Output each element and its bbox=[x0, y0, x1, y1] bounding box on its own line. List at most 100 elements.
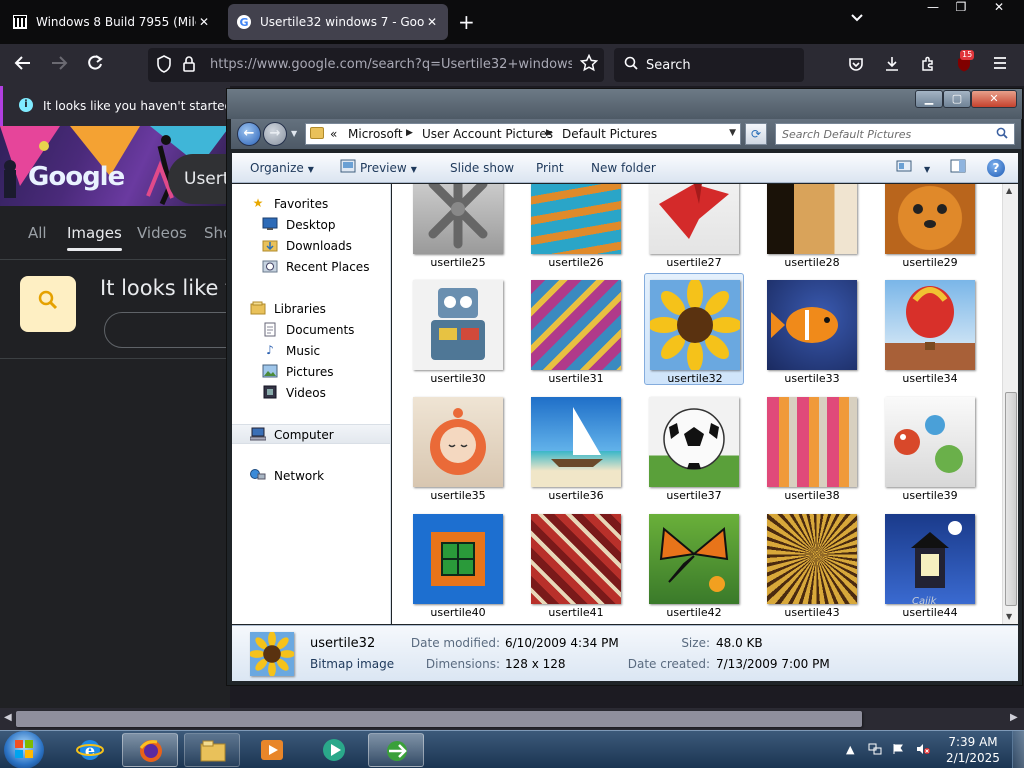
forward-arrow-icon[interactable] bbox=[50, 54, 68, 77]
google-suggestion-box[interactable] bbox=[104, 312, 230, 348]
file-usertile37[interactable]: usertile37 bbox=[644, 393, 744, 505]
extensions-icon[interactable] bbox=[920, 56, 936, 76]
explorer-back-button[interactable]: ← bbox=[237, 122, 261, 146]
action-center-flag-icon[interactable] bbox=[892, 743, 904, 758]
explorer-forward-button[interactable]: → bbox=[263, 122, 287, 146]
firefox-search-bar[interactable]: Search bbox=[614, 48, 804, 82]
back-arrow-icon[interactable] bbox=[14, 54, 32, 77]
firefox-restore-button[interactable]: ❐ bbox=[946, 0, 976, 18]
taskbar-internet-explorer[interactable]: e bbox=[62, 733, 118, 767]
explorer-minimize-button[interactable]: ▁ bbox=[915, 90, 943, 108]
preview-button[interactable]: Preview ▼ bbox=[360, 161, 417, 175]
file-usertile43[interactable]: usertile43 bbox=[762, 510, 862, 622]
file-usertile39[interactable]: usertile39 bbox=[880, 393, 980, 505]
nav-documents[interactable]: Documents bbox=[232, 320, 390, 340]
show-desktop-button[interactable] bbox=[1012, 731, 1024, 768]
nav-computer[interactable]: Computer bbox=[232, 424, 390, 444]
firefox-minimize-button[interactable]: — bbox=[918, 0, 948, 18]
file-usertile42[interactable]: usertile42 bbox=[644, 510, 744, 622]
tab-list-chevron-icon[interactable] bbox=[850, 12, 864, 26]
nav-favorites[interactable]: ★ Favorites bbox=[232, 194, 390, 214]
refresh-icon[interactable]: ⟳ bbox=[745, 123, 767, 145]
pocket-icon[interactable] bbox=[848, 56, 864, 76]
hamburger-menu-icon[interactable] bbox=[992, 56, 1008, 74]
taskbar-media-player[interactable] bbox=[244, 733, 300, 767]
file-usertile27[interactable]: usertile27 bbox=[644, 184, 744, 276]
explorer-title-bar[interactable]: ▁ ▢ ✕ bbox=[227, 89, 1022, 119]
file-usertile26[interactable]: usertile26 bbox=[526, 184, 626, 276]
help-icon[interactable]: ? bbox=[987, 159, 1005, 177]
nav-downloads[interactable]: Downloads bbox=[232, 236, 390, 256]
nav-recent-places[interactable]: Recent Places bbox=[232, 257, 390, 277]
reload-icon[interactable] bbox=[86, 54, 104, 77]
nav-videos[interactable]: Videos bbox=[232, 383, 390, 403]
bookmark-star-icon[interactable] bbox=[579, 53, 599, 76]
preview-pane-icon[interactable] bbox=[950, 159, 966, 177]
new-folder-button[interactable]: New folder bbox=[591, 161, 656, 175]
breadcrumb-microsoft[interactable]: Microsoft bbox=[348, 127, 403, 141]
file-usertile41[interactable]: usertile41 bbox=[526, 510, 626, 622]
file-usertile33[interactable]: usertile33 bbox=[762, 276, 862, 388]
address-dropdown-icon[interactable]: ▼ bbox=[729, 128, 736, 138]
organize-button[interactable]: Organize ▼ bbox=[250, 161, 314, 175]
explorer-search-input[interactable]: Search Default Pictures bbox=[775, 123, 1015, 145]
system-clock[interactable]: 7:39 AM 2/1/2025 bbox=[944, 734, 1002, 766]
google-search-box[interactable]: Usert bbox=[168, 154, 230, 204]
tab-close-icon[interactable]: ✕ bbox=[424, 15, 440, 29]
tab-windows8-build[interactable]: Windows 8 Build 7955 (Milestone ✕ bbox=[4, 4, 220, 40]
file-usertile25[interactable]: usertile25 bbox=[408, 184, 508, 276]
page-horizontal-scrollbar[interactable]: ◀ ▶ bbox=[0, 708, 1024, 730]
file-usertile30[interactable]: usertile30 bbox=[408, 276, 508, 388]
start-button[interactable] bbox=[4, 731, 44, 768]
print-button[interactable]: Print bbox=[536, 161, 564, 175]
breadcrumb-default-pictures[interactable]: Default Pictures bbox=[562, 127, 657, 141]
address-bar[interactable]: « Microsoft ▶ User Account Pictures ▶ De… bbox=[305, 123, 741, 145]
breadcrumb-separator-icon[interactable]: ▶ bbox=[546, 128, 553, 138]
lock-icon[interactable] bbox=[182, 55, 196, 77]
google-tab-images[interactable]: Images bbox=[67, 224, 122, 251]
google-tab-videos[interactable]: Videos bbox=[137, 224, 187, 242]
explorer-vertical-scrollbar[interactable]: ▲ ▼ bbox=[1002, 184, 1018, 624]
breadcrumb-overflow[interactable]: « bbox=[330, 127, 337, 141]
view-options-chevron-icon[interactable]: ▼ bbox=[920, 161, 930, 175]
file-usertile31[interactable]: usertile31 bbox=[526, 276, 626, 388]
firefox-close-button[interactable]: ✕ bbox=[984, 0, 1014, 18]
new-tab-button[interactable]: + bbox=[458, 10, 475, 34]
nav-pictures[interactable]: Pictures bbox=[232, 362, 390, 382]
volume-muted-icon[interactable] bbox=[916, 743, 930, 758]
file-usertile38[interactable]: usertile38 bbox=[762, 393, 862, 505]
tab-google-search[interactable]: G Usertile32 windows 7 - Google Se ✕ bbox=[228, 4, 448, 40]
taskbar-transfer-app[interactable] bbox=[368, 733, 424, 767]
file-usertile35[interactable]: usertile35 bbox=[408, 393, 508, 505]
file-usertile28[interactable]: usertile28 bbox=[762, 184, 862, 276]
tracking-shield-icon[interactable] bbox=[156, 55, 172, 77]
scrollbar-thumb[interactable] bbox=[16, 711, 862, 727]
file-usertile32[interactable]: usertile32 bbox=[644, 273, 744, 385]
downloads-icon[interactable] bbox=[884, 56, 900, 76]
explorer-close-button[interactable]: ✕ bbox=[971, 90, 1017, 108]
file-usertile34[interactable]: usertile34 bbox=[880, 276, 980, 388]
change-view-icon[interactable] bbox=[896, 159, 912, 177]
explorer-maximize-button[interactable]: ▢ bbox=[943, 90, 971, 108]
file-usertile29[interactable]: usertile29 bbox=[880, 184, 980, 276]
taskbar-windows-media[interactable] bbox=[306, 733, 362, 767]
scroll-down-icon[interactable]: ▼ bbox=[1006, 612, 1012, 621]
url-bar[interactable]: https://www.google.com/search?q=Usertile… bbox=[148, 48, 604, 82]
nav-network[interactable]: Network bbox=[232, 466, 390, 486]
recent-locations-chevron-icon[interactable]: ▼ bbox=[291, 129, 297, 138]
show-hidden-icons-chevron-icon[interactable]: ▲ bbox=[846, 743, 854, 756]
nav-libraries[interactable]: Libraries bbox=[232, 299, 390, 319]
file-usertile36[interactable]: usertile36 bbox=[526, 393, 626, 505]
breadcrumb-user-account-pictures[interactable]: User Account Pictures bbox=[422, 127, 553, 141]
scroll-left-icon[interactable]: ◀ bbox=[4, 712, 12, 723]
scroll-up-icon[interactable]: ▲ bbox=[1006, 186, 1012, 195]
google-tab-all[interactable]: All bbox=[28, 224, 47, 242]
scrollbar-thumb[interactable] bbox=[1005, 392, 1017, 606]
slideshow-button[interactable]: Slide show bbox=[450, 161, 514, 175]
scroll-right-icon[interactable]: ▶ bbox=[1010, 712, 1018, 723]
url-text[interactable]: https://www.google.com/search?q=Usertile… bbox=[210, 57, 572, 72]
search-icon[interactable] bbox=[996, 127, 1008, 142]
nav-desktop[interactable]: Desktop bbox=[232, 215, 390, 235]
network-tray-icon[interactable] bbox=[868, 743, 882, 758]
breadcrumb-separator-icon[interactable]: ▶ bbox=[406, 128, 413, 138]
